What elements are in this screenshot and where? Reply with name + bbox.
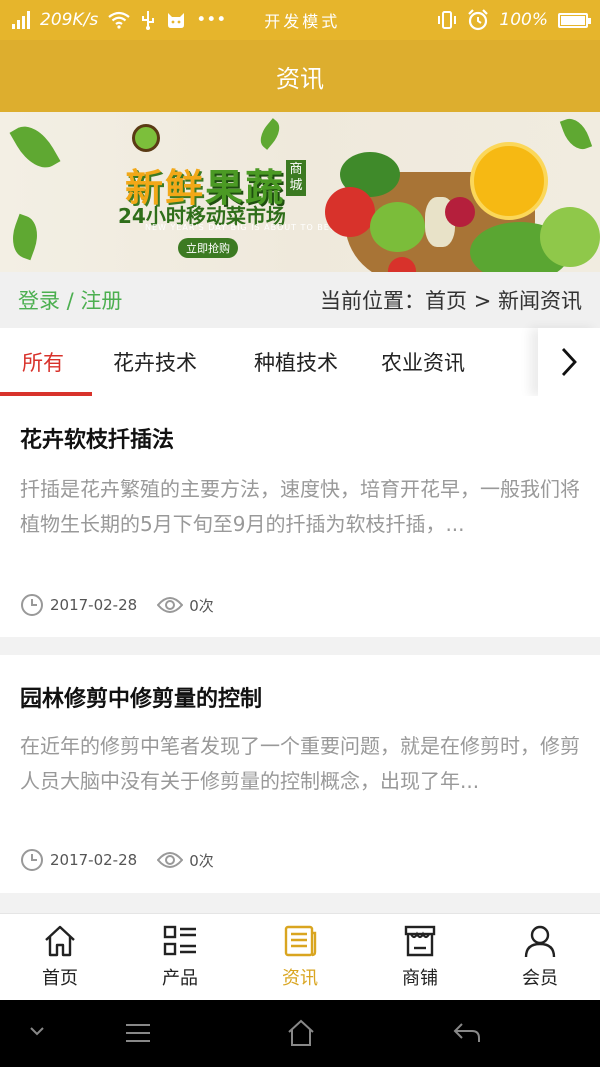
leaf-decoration bbox=[254, 118, 286, 150]
cabbage-image bbox=[540, 207, 600, 267]
orange-image bbox=[470, 142, 548, 220]
bottom-nav: 首页 产品 资讯 商铺 会员 bbox=[0, 913, 600, 1000]
category-tabs: 所有 花卉技术 种植技术 农业资讯 bbox=[0, 328, 600, 396]
kiwi-decoration bbox=[132, 124, 160, 152]
login-register-link[interactable]: 登录 / 注册 bbox=[18, 285, 122, 315]
home-icon bbox=[45, 925, 75, 957]
tab-planting-tech[interactable]: 种植技术 bbox=[197, 328, 338, 396]
signal-icon bbox=[12, 11, 30, 29]
nav-products[interactable]: 产品 bbox=[120, 914, 240, 1000]
collapse-button[interactable] bbox=[28, 1024, 46, 1038]
leaf-decoration bbox=[9, 117, 61, 177]
cat-icon bbox=[168, 13, 185, 28]
cabbage-image bbox=[370, 202, 425, 252]
chevron-down-icon bbox=[30, 1027, 44, 1036]
page-header: 资讯 bbox=[0, 40, 600, 112]
wifi-icon bbox=[108, 11, 130, 29]
tomato-image bbox=[325, 187, 375, 237]
chevron-right-icon bbox=[561, 348, 577, 376]
vibrate-icon bbox=[438, 11, 457, 29]
promo-banner[interactable]: 新鲜果蔬 商城 24小时移动菜市场 NEW YEAR'S DAY BIG IS … bbox=[0, 112, 600, 272]
article-date: 2017-02-28 bbox=[50, 851, 138, 869]
battery-icon bbox=[558, 12, 591, 28]
tab-all[interactable]: 所有 bbox=[0, 328, 92, 396]
article-date: 2017-02-28 bbox=[50, 596, 138, 614]
nav-label: 产品 bbox=[162, 968, 198, 989]
article-title: 园林修剪中修剪量的控制 bbox=[20, 687, 263, 712]
menu-button[interactable] bbox=[124, 1022, 152, 1044]
breadcrumb: 当前位置：首页 > 新闻资讯 bbox=[320, 289, 582, 313]
store-icon bbox=[404, 925, 436, 957]
system-nav-bar bbox=[0, 1000, 600, 1067]
tab-agri-news[interactable]: 农业资讯 bbox=[338, 328, 465, 396]
system-home-button[interactable] bbox=[286, 1018, 316, 1048]
article-views: 0次 bbox=[189, 851, 214, 870]
banner-english: NEW YEAR'S DAY BIG IS ABOUT TO BEGIN bbox=[145, 223, 348, 232]
grape-image bbox=[445, 197, 475, 227]
article-meta: 2017-02-28 0次 bbox=[20, 593, 214, 617]
article-views: 0次 bbox=[189, 596, 214, 615]
tab-label: 种植技术 bbox=[254, 351, 338, 375]
eye-icon bbox=[157, 597, 184, 613]
nav-label: 会员 bbox=[522, 968, 558, 989]
eye-icon bbox=[157, 852, 184, 868]
tab-label: 所有 bbox=[22, 351, 64, 375]
more-dots: ••• bbox=[196, 10, 227, 30]
tab-label: 农业资讯 bbox=[381, 351, 465, 375]
clock-icon bbox=[21, 594, 43, 616]
user-icon bbox=[524, 925, 556, 958]
article-summary: 在近年的修剪中笔者发现了一个重要问题，就是在修剪时，修剪人员大脑中没有关于修剪量… bbox=[20, 734, 580, 793]
menu-icon bbox=[126, 1024, 150, 1042]
tab-label: 花卉技术 bbox=[113, 351, 197, 375]
nav-label: 商铺 bbox=[402, 968, 438, 989]
list-icon bbox=[163, 925, 196, 956]
banner-buy-button[interactable]: 立即抢购 bbox=[178, 238, 238, 258]
clock-icon bbox=[21, 849, 43, 871]
article-meta: 2017-02-28 0次 bbox=[20, 848, 214, 872]
article-title: 花卉软枝扦插法 bbox=[20, 428, 175, 453]
article-summary: 扦插是花卉繁殖的主要方法，速度快，培育开花早，一般我们将植物生长期的5月下旬至9… bbox=[20, 477, 580, 536]
list-item[interactable]: 花卉软枝扦插法 扦插是花卉繁殖的主要方法，速度快，培育开花早，一般我们将植物生长… bbox=[0, 396, 600, 637]
news-icon bbox=[284, 925, 317, 957]
back-icon bbox=[453, 1023, 480, 1042]
alarm-icon bbox=[468, 9, 489, 31]
home-icon bbox=[288, 1019, 314, 1046]
network-speed: 209K/s bbox=[40, 10, 99, 30]
page-title: 资讯 bbox=[276, 64, 324, 93]
nav-store[interactable]: 商铺 bbox=[360, 914, 480, 1000]
status-bar: 209K/s ••• 开发模式 100% bbox=[0, 0, 600, 40]
nav-news[interactable]: 资讯 bbox=[240, 914, 360, 1000]
banner-tag: 商城 bbox=[286, 160, 306, 196]
tabs-more-button[interactable] bbox=[538, 328, 600, 396]
list-item[interactable]: 园林修剪中修剪量的控制 在近年的修剪中笔者发现了一个重要问题，就是在修剪时，修剪… bbox=[0, 655, 600, 893]
nav-home[interactable]: 首页 bbox=[0, 914, 120, 1000]
dev-mode-label: 开发模式 bbox=[264, 12, 341, 31]
nav-member[interactable]: 会员 bbox=[480, 914, 600, 1000]
leaf-decoration bbox=[5, 213, 45, 261]
nav-label: 首页 bbox=[42, 968, 78, 989]
login-location-bar: 登录 / 注册 当前位置：首页 > 新闻资讯 bbox=[0, 272, 600, 328]
leaf-decoration bbox=[559, 114, 593, 154]
back-button[interactable] bbox=[452, 1020, 482, 1046]
battery-percent: 100% bbox=[499, 10, 548, 30]
nav-label: 资讯 bbox=[282, 968, 318, 989]
usb-icon bbox=[142, 11, 155, 30]
tab-flower-tech[interactable]: 花卉技术 bbox=[92, 328, 197, 396]
